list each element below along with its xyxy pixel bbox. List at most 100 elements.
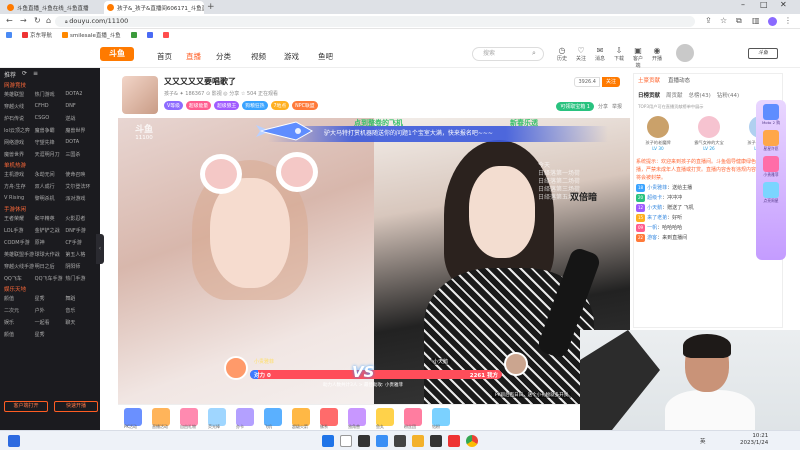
side-gift-item[interactable]: 点亮周星 (759, 182, 783, 204)
sidebar-item[interactable]: 魔兽世界 (65, 127, 96, 134)
report-button[interactable]: 举报 (612, 103, 622, 110)
sidebar-item[interactable]: QQ飞车 (4, 275, 35, 282)
bookmark-apps-icon[interactable] (6, 32, 12, 38)
history-icon[interactable]: ◷ 历史 (555, 46, 569, 62)
sidebar-recommend[interactable]: 推荐 (4, 70, 16, 79)
search-icon[interactable] (340, 435, 352, 447)
nav-video[interactable]: 视频 (251, 51, 266, 62)
rank-avatar[interactable] (647, 116, 669, 138)
new-tab-button[interactable]: + (207, 2, 215, 12)
sidebar-item[interactable]: 原神 (35, 239, 66, 246)
sidebar-item[interactable]: 星秀 (35, 331, 66, 338)
sidepanel-icon[interactable]: ▥ (752, 16, 760, 25)
sidebar-item[interactable]: 星秀 (35, 295, 66, 302)
list-icon[interactable]: ≡ (33, 70, 38, 77)
pk-left-avatar[interactable] (224, 356, 248, 380)
sidebar-item[interactable]: 金铲铲之战 (35, 227, 66, 234)
chat-username[interactable]: 来了老弟 (647, 215, 667, 221)
share-icon[interactable]: ⇪ (705, 16, 712, 25)
quick-live-button[interactable]: 快速开播 (54, 401, 98, 412)
extensions-icon[interactable]: ⧉ (736, 16, 742, 26)
follow-button[interactable]: 关注 (601, 77, 620, 87)
chat-username[interactable]: 一帆 (647, 225, 657, 231)
video-player[interactable]: 斗鱼 11100 驴大马特打赏机器随送你的问题1个宝室大满，快来报名吧~~~ 点到… (118, 118, 630, 404)
sidebar-item[interactable]: 双人成行 (35, 183, 66, 190)
app-icon[interactable] (394, 435, 406, 447)
star-icon[interactable]: ☆ (720, 16, 727, 25)
browser-tab[interactable]: 斗鱼直播_斗鱼在线_斗鱼直播 × (4, 1, 92, 14)
sidebar-item[interactable]: 火影忍者 (65, 215, 96, 222)
sidebar-item[interactable]: 使命召唤 (65, 171, 96, 178)
sidebar-item[interactable]: 第五人格 (65, 251, 96, 258)
room-badge[interactable]: 超级能量 (185, 101, 212, 110)
side-gift-item[interactable]: 小贵雅菲 (759, 156, 783, 178)
minimize-icon[interactable]: – (741, 0, 745, 9)
sidebar-collapse-handle[interactable]: ‹ (96, 234, 104, 264)
profile-avatar[interactable] (768, 17, 777, 26)
tab-live-news[interactable]: 直播动态 (668, 76, 690, 84)
menu-icon[interactable]: ⋮ (784, 16, 792, 25)
sidebar-item[interactable]: 派对游戏 (65, 195, 96, 202)
home-icon[interactable]: ⌂ (46, 16, 51, 25)
sidebar-item[interactable]: 魔兽世界 (4, 151, 35, 158)
room-badge[interactable]: NPC联盟 (292, 101, 318, 110)
app-icon[interactable] (448, 435, 460, 447)
sidebar-item[interactable]: 一起看 (35, 319, 66, 326)
sidebar-item[interactable]: 聊天 (65, 319, 96, 326)
user-avatar[interactable] (676, 44, 694, 62)
widgets-icon[interactable] (8, 435, 20, 447)
rank-tab-day[interactable]: 日榜贡献 (638, 91, 660, 99)
sidebar-item[interactable]: 逆战 (65, 115, 96, 122)
chat-username[interactable]: 游客 (647, 235, 657, 241)
forward-icon[interactable]: → (20, 16, 27, 25)
chat-username[interactable]: 超级卡 (647, 195, 662, 201)
sidebar-item[interactable]: 炉石传说 (4, 115, 35, 122)
side-gift-item[interactable]: Moto 2 购 (759, 104, 783, 126)
nav-category[interactable]: 分类 (216, 51, 231, 62)
chat-username[interactable]: 小贵雅菲 (647, 185, 667, 191)
sidebar-section-title[interactable]: 网游竞技 (4, 81, 96, 89)
rank-entry[interactable]: 孩子的老魔牌 LV 30 (638, 114, 678, 154)
browser-tab-active[interactable]: 孩子&_孩子&直播间606171_斗鱼直播 × (104, 1, 204, 14)
douyu-logo[interactable]: 斗鱼 (100, 47, 134, 61)
sidebar-item[interactable]: 主机游戏 (4, 171, 35, 178)
sidebar-item[interactable]: 球球大作战 (35, 251, 66, 258)
sidebar-item[interactable]: 英雄联盟 (4, 91, 35, 98)
sidebar-item[interactable]: 户外 (35, 307, 66, 314)
vip-badge[interactable]: 斗鱼 (748, 48, 778, 59)
sidebar-item[interactable]: 舞蹈 (65, 295, 96, 302)
sidebar-item[interactable]: LOL手游 (4, 227, 35, 234)
back-icon[interactable]: ← (6, 16, 13, 25)
sidebar-item[interactable]: CF手游 (65, 239, 96, 246)
sidebar-item[interactable]: 穿越火线手游 (4, 263, 35, 270)
tab-rich-contrib[interactable]: 土豪贡献 (638, 76, 660, 84)
bookmark-icon[interactable] (162, 32, 169, 38)
sidebar-item[interactable]: 魔兽争霸 (35, 127, 66, 134)
sidebar-item[interactable]: 永劫无间 (35, 171, 66, 178)
sidebar-item[interactable]: DOTA (65, 139, 96, 146)
sidebar-item[interactable]: 守望先锋 (35, 139, 66, 146)
sidebar-item[interactable]: CODM手游 (4, 239, 35, 246)
sidebar-item[interactable]: 二次元 (4, 307, 35, 314)
nav-home[interactable]: 首页 (157, 51, 172, 62)
rank-avatar[interactable] (698, 116, 720, 138)
sidebar-item[interactable]: 穿越火线 (4, 103, 35, 110)
clock[interactable]: 10:21 2023/1/24 (740, 433, 768, 447)
rank-entry[interactable]: 霸气女神的大宝 LV 26 (689, 114, 729, 154)
sidebar-item[interactable]: 娱乐 (4, 319, 35, 326)
live-start-icon[interactable]: ◉ 开播 (650, 46, 664, 62)
room-badge[interactable]: V等级 (164, 101, 183, 110)
app-icon[interactable]: ▣ 客户端 (631, 46, 645, 69)
chrome-icon[interactable] (466, 435, 478, 447)
sidebar-item[interactable]: 阴阳师 (65, 263, 96, 270)
input-method[interactable]: 英 (700, 437, 706, 445)
follow-icon[interactable]: ♡ 关注 (574, 46, 588, 62)
sidebar-section-title[interactable]: 手游休闲 (4, 205, 96, 213)
anchor-avatar[interactable] (122, 76, 158, 114)
sidebar-item[interactable]: 三国杀 (65, 151, 96, 158)
share-button[interactable]: 分享 (598, 103, 608, 110)
sidebar-item[interactable]: 热门游戏 (35, 91, 66, 98)
sidebar-item[interactable]: 明日之后 (35, 263, 66, 270)
file-explorer-icon[interactable] (412, 435, 424, 447)
url-input[interactable]: 🔒︎ douyu.com/11100 (55, 16, 695, 27)
